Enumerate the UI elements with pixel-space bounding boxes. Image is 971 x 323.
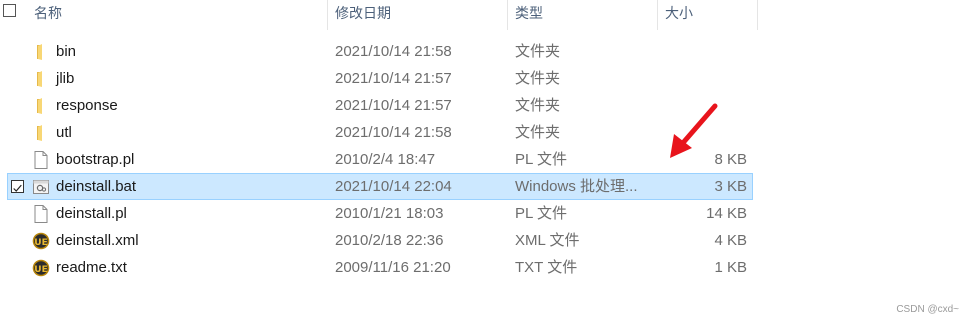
file-type: 文件夹 (515, 97, 561, 114)
file-date: 2021/10/14 22:04 (335, 178, 452, 195)
file-type: XML 文件 (515, 232, 580, 249)
file-name: deinstall.pl (56, 205, 127, 222)
file-row[interactable]: bin 2021/10/14 21:58 文件夹 (7, 38, 753, 65)
ue-icon: UE (32, 258, 50, 278)
file-name: jlib (56, 70, 75, 87)
file-name: bootstrap.pl (56, 151, 135, 168)
file-type: 文件夹 (515, 124, 561, 141)
file-date: 2021/10/14 21:57 (335, 70, 452, 87)
file-row[interactable]: bootstrap.pl 2010/2/4 18:47 PL 文件 8 KB (7, 146, 753, 173)
file-size: 3 KB (714, 178, 747, 195)
select-all-checkbox[interactable] (3, 4, 16, 17)
column-header-name[interactable]: 名称 (34, 4, 62, 26)
file-type: PL 文件 (515, 205, 567, 222)
file-type: 文件夹 (515, 43, 561, 60)
file-date: 2021/10/14 21:57 (335, 97, 452, 114)
svg-text:UE: UE (34, 238, 47, 248)
batch-file-icon (32, 177, 50, 197)
file-name: utl (56, 124, 72, 141)
file-date: 2010/2/4 18:47 (335, 151, 436, 168)
file-type: 文件夹 (515, 70, 561, 87)
ue-icon: UE (32, 231, 50, 251)
file-row[interactable]: jlib 2021/10/14 21:57 文件夹 (7, 65, 753, 92)
svg-text:UE: UE (34, 265, 47, 275)
file-size: 4 KB (714, 232, 747, 249)
column-header-type[interactable]: 类型 (515, 4, 543, 26)
file-row[interactable]: response 2021/10/14 21:57 文件夹 (7, 92, 753, 119)
file-size: 1 KB (714, 259, 747, 276)
file-type: PL 文件 (515, 151, 567, 168)
file-date: 2021/10/14 21:58 (335, 43, 452, 60)
file-row[interactable]: deinstall.bat 2021/10/14 22:04 Windows 批处理… (7, 173, 753, 200)
column-divider[interactable] (327, 0, 328, 30)
column-header-size[interactable]: 大小 (665, 4, 693, 26)
folder-icon (32, 96, 50, 116)
red-arrow-annotation (670, 103, 718, 158)
file-row[interactable]: UE deinstall.xml 2010/2/18 22:36 XML 文件 4 KB (7, 227, 753, 254)
column-divider[interactable] (757, 0, 758, 30)
column-header-date[interactable]: 修改日期 (335, 4, 391, 26)
file-icon (32, 150, 50, 170)
file-type: Windows 批处理... (515, 178, 638, 195)
file-name: deinstall.xml (56, 232, 139, 249)
file-name: readme.txt (56, 259, 127, 276)
row-checkbox[interactable] (11, 180, 24, 193)
column-divider[interactable] (657, 0, 658, 30)
file-name: bin (56, 43, 77, 60)
folder-icon (32, 123, 50, 143)
file-date: 2010/2/18 22:36 (335, 232, 444, 249)
file-name: response (56, 97, 118, 114)
column-header: 名称 修改日期 类型 大小 (0, 0, 971, 30)
file-name: deinstall.bat (56, 178, 137, 195)
file-row[interactable]: UE readme.txt 2009/11/16 21:20 TXT 文件 1 KB (7, 254, 753, 281)
file-date: 2021/10/14 21:58 (335, 124, 452, 141)
file-date: 2009/11/16 21:20 (335, 259, 451, 276)
file-size: 14 KB (706, 205, 747, 222)
file-row[interactable]: utl 2021/10/14 21:58 文件夹 (7, 119, 753, 146)
column-divider[interactable] (507, 0, 508, 30)
file-row[interactable]: deinstall.pl 2010/1/21 18:03 PL 文件 14 KB (7, 200, 753, 227)
file-type: TXT 文件 (515, 259, 578, 276)
folder-icon (32, 69, 50, 89)
watermark: CSDN @cxd~ (896, 304, 959, 315)
folder-icon (32, 42, 50, 62)
file-icon (32, 204, 50, 224)
file-date: 2010/1/21 18:03 (335, 205, 444, 222)
